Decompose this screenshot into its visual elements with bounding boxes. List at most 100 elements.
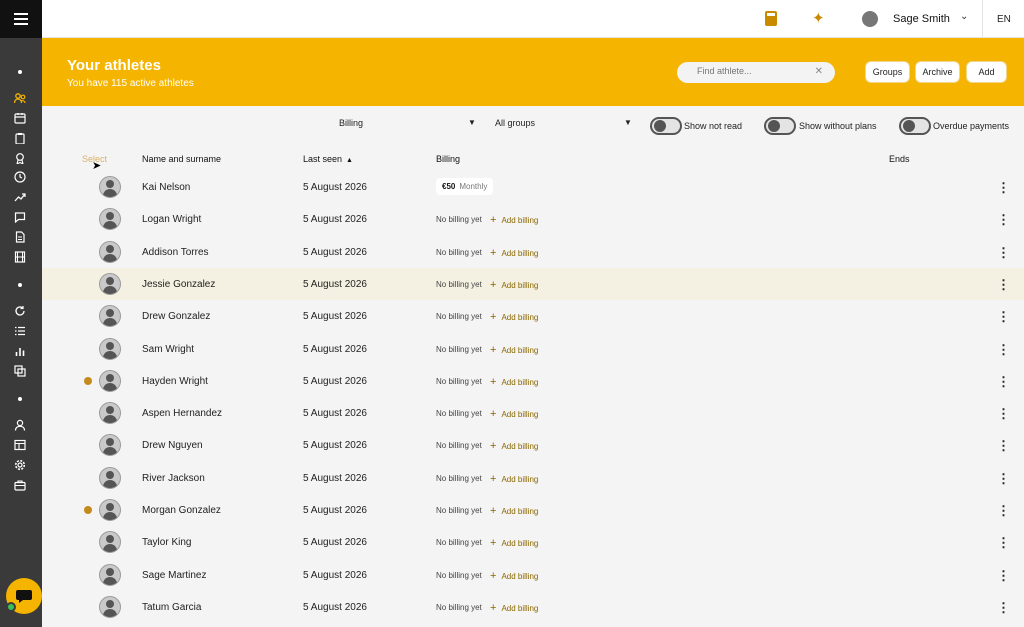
more-options-icon[interactable]: ⋮ (997, 277, 1010, 293)
add-billing-link[interactable]: + Add billing (490, 247, 538, 259)
list-icon[interactable] (13, 324, 27, 338)
more-options-icon[interactable]: ⋮ (997, 568, 1010, 584)
add-billing-link[interactable]: + Add billing (490, 311, 538, 323)
athlete-name[interactable]: Morgan Gonzalez (142, 505, 221, 516)
table-row[interactable]: River Jackson 5 August 2026 No billing yet… (42, 462, 1024, 494)
avatar[interactable] (99, 305, 121, 328)
document-icon[interactable] (13, 230, 27, 244)
more-options-icon[interactable]: ⋮ (997, 342, 1010, 358)
avatar[interactable] (99, 369, 121, 392)
more-options-icon[interactable]: ⋮ (997, 374, 1010, 390)
message-icon[interactable] (13, 210, 27, 224)
add-billing-link[interactable]: + Add billing (490, 214, 538, 226)
athlete-name[interactable]: Jessie Gonzalez (142, 279, 215, 290)
table-row[interactable]: Aspen Hernandez 5 August 2026 No billing y… (42, 397, 1024, 429)
table-row[interactable]: Drew Nguyen 5 August 2026 No billing yet + A… (42, 429, 1024, 461)
avatar[interactable] (99, 563, 121, 586)
caret-down-icon[interactable]: ▼ (624, 118, 632, 127)
clear-search-icon[interactable]: ✕ (815, 66, 823, 77)
table-row[interactable]: Kai Nelson 5 August 2026 €50 Monthly ⋮ (42, 171, 1024, 203)
gear-icon[interactable] (13, 458, 27, 472)
athlete-name[interactable]: River Jackson (142, 473, 205, 484)
avatar[interactable] (99, 402, 121, 425)
more-options-icon[interactable]: ⋮ (997, 438, 1010, 454)
add-athlete-button[interactable]: Add (966, 61, 1007, 83)
hamburger-menu-icon[interactable] (0, 0, 42, 38)
athlete-name[interactable]: Sage Martinez (142, 570, 206, 581)
table-row[interactable]: Taylor King 5 August 2026 No billing yet + A… (42, 526, 1024, 558)
clock-icon[interactable] (13, 170, 27, 184)
username[interactable]: Sage Smith (893, 13, 950, 25)
athlete-name[interactable]: Sam Wright (142, 344, 194, 355)
groups-filter[interactable]: All groups (495, 118, 535, 128)
avatar[interactable] (99, 272, 121, 295)
table-row[interactable]: Addison Torres 5 August 2026 No billing ye… (42, 236, 1024, 268)
archive-button[interactable]: Archive (915, 61, 960, 83)
more-options-icon[interactable]: ⋮ (997, 309, 1010, 325)
avatar[interactable] (99, 208, 121, 231)
add-billing-link[interactable]: + Add billing (490, 537, 538, 549)
add-billing-link[interactable]: + Add billing (490, 376, 538, 388)
athlete-name[interactable]: Kai Nelson (142, 182, 190, 193)
last-seen-column-header[interactable]: Last seen ▲ (303, 154, 353, 164)
avatar[interactable] (99, 499, 121, 521)
bar-chart-icon[interactable] (13, 344, 27, 358)
athlete-name[interactable]: Hayden Wright (142, 376, 208, 387)
avatar[interactable] (99, 434, 121, 457)
groups-button[interactable]: Groups (865, 61, 910, 83)
more-options-icon[interactable]: ⋮ (997, 600, 1010, 616)
calculator-icon[interactable] (765, 11, 777, 26)
add-billing-link[interactable]: + Add billing (490, 570, 538, 582)
party-popper-icon[interactable]: ✦ (812, 9, 825, 27)
name-column-header[interactable]: Name and surname (142, 154, 221, 164)
add-billing-link[interactable]: + Add billing (490, 505, 538, 517)
table-row[interactable]: Logan Wright 5 August 2026 No billing yet +… (42, 203, 1024, 235)
table-row[interactable]: Hayden Wright 5 August 2026 No billing yet… (42, 365, 1024, 397)
billing-badge[interactable]: €50 Monthly (436, 178, 494, 195)
toggle-overdue-payments[interactable] (899, 117, 931, 135)
user-avatar[interactable] (862, 11, 878, 27)
athlete-name[interactable]: Taylor King (142, 537, 191, 548)
add-billing-link[interactable]: + Add billing (490, 602, 538, 614)
add-billing-link[interactable]: + Add billing (490, 440, 538, 452)
avatar[interactable] (99, 176, 121, 198)
more-options-icon[interactable]: ⋮ (997, 471, 1010, 487)
athlete-name[interactable]: Aspen Hernandez (142, 408, 222, 419)
trend-icon[interactable] (13, 190, 27, 204)
billing-column-header[interactable]: Billing (436, 154, 460, 164)
toggle-show-not-read[interactable] (650, 117, 682, 135)
athlete-name[interactable]: Tatum Garcia (142, 602, 201, 613)
more-options-icon[interactable]: ⋮ (997, 406, 1010, 422)
copy-icon[interactable] (13, 364, 27, 378)
table-row[interactable]: Sage Martinez 5 August 2026 No billing yet… (42, 559, 1024, 591)
table-row[interactable]: Tatum Garcia 5 August 2026 No billing yet +… (42, 591, 1024, 623)
refresh-icon[interactable] (13, 304, 27, 318)
avatar[interactable] (99, 595, 121, 618)
billing-filter[interactable]: Billing (339, 118, 363, 128)
film-icon[interactable] (13, 250, 27, 264)
toggle-show-without-plans[interactable] (764, 117, 796, 135)
ends-column-header[interactable]: Ends (889, 154, 910, 164)
more-options-icon[interactable]: ⋮ (997, 212, 1010, 228)
user-icon[interactable] (13, 418, 27, 432)
add-billing-link[interactable]: + Add billing (490, 279, 538, 291)
table-row[interactable]: Sam Wright 5 August 2026 No billing yet + Ad… (42, 333, 1024, 365)
clipboard-icon[interactable] (13, 131, 27, 145)
athlete-name[interactable]: Addison Torres (142, 247, 209, 258)
search-input[interactable] (697, 66, 812, 76)
add-billing-link[interactable]: + Add billing (490, 473, 538, 485)
athlete-name[interactable]: Drew Nguyen (142, 440, 203, 451)
more-options-icon[interactable]: ⋮ (997, 503, 1010, 519)
users-icon[interactable] (13, 91, 27, 105)
table-row[interactable]: Drew Gonzalez 5 August 2026 No billing yet… (42, 300, 1024, 332)
table-row[interactable]: Jessie Gonzalez 5 August 2026 No billing y… (42, 267, 1024, 300)
layout-icon[interactable] (13, 438, 27, 452)
calendar-icon[interactable] (13, 111, 27, 125)
more-options-icon[interactable]: ⋮ (997, 180, 1010, 196)
add-billing-link[interactable]: + Add billing (490, 408, 538, 420)
language-switcher[interactable]: EN (997, 14, 1011, 25)
avatar[interactable] (99, 466, 121, 489)
table-row[interactable]: Morgan Gonzalez 5 August 2026 No billing y… (42, 494, 1024, 526)
avatar[interactable] (99, 240, 121, 263)
athlete-name[interactable]: Drew Gonzalez (142, 311, 210, 322)
